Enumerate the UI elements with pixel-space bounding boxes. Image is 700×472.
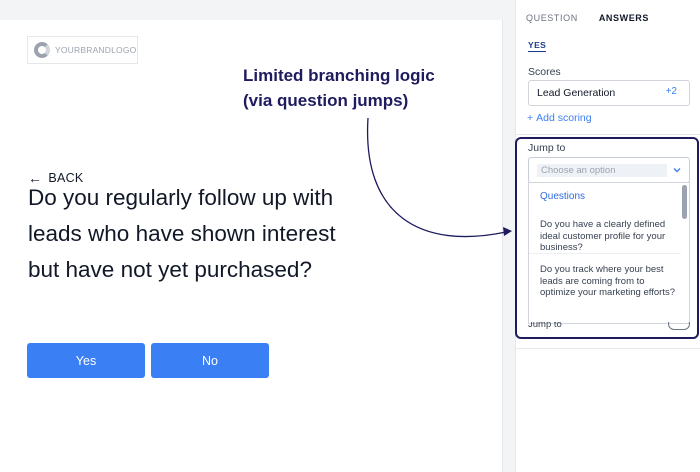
logo-text: YOURBRANDLOGO	[55, 45, 137, 55]
arrow-head	[503, 227, 512, 236]
score-value: Lead Generation	[537, 87, 616, 99]
answer-yes-button[interactable]: Yes	[27, 343, 145, 378]
annotation-line-1: Limited branching logic	[243, 66, 435, 85]
annotation-text: Limited branching logic (via question ju…	[243, 63, 435, 113]
brand-logo: YOURBRANDLOGO	[27, 36, 138, 64]
tab-question[interactable]: QUESTION	[526, 13, 578, 23]
highlight-box	[515, 137, 699, 339]
settings-panel: QUESTION ANSWERS YES Scores Lead Generat…	[515, 0, 700, 472]
tab-answers[interactable]: ANSWERS	[599, 13, 649, 23]
answer-no-button[interactable]: No	[151, 343, 269, 378]
scores-label: Scores	[528, 66, 561, 78]
score-extra-badge: +2	[665, 85, 677, 97]
add-scoring-label: Add scoring	[536, 112, 592, 124]
divider	[516, 348, 700, 349]
logo-icon	[34, 42, 50, 58]
answer-tab-yes[interactable]: YES	[528, 40, 547, 52]
panel-tabs: QUESTION ANSWERS	[526, 13, 649, 23]
plus-icon: +	[527, 112, 534, 124]
scores-field[interactable]: Lead Generation +2	[528, 80, 690, 106]
question-text: Do you regularly follow up with leads wh…	[28, 185, 336, 282]
divider	[516, 134, 700, 135]
annotation-line-2: (via question jumps)	[243, 91, 409, 110]
add-scoring-link[interactable]: + Add scoring	[527, 112, 592, 124]
